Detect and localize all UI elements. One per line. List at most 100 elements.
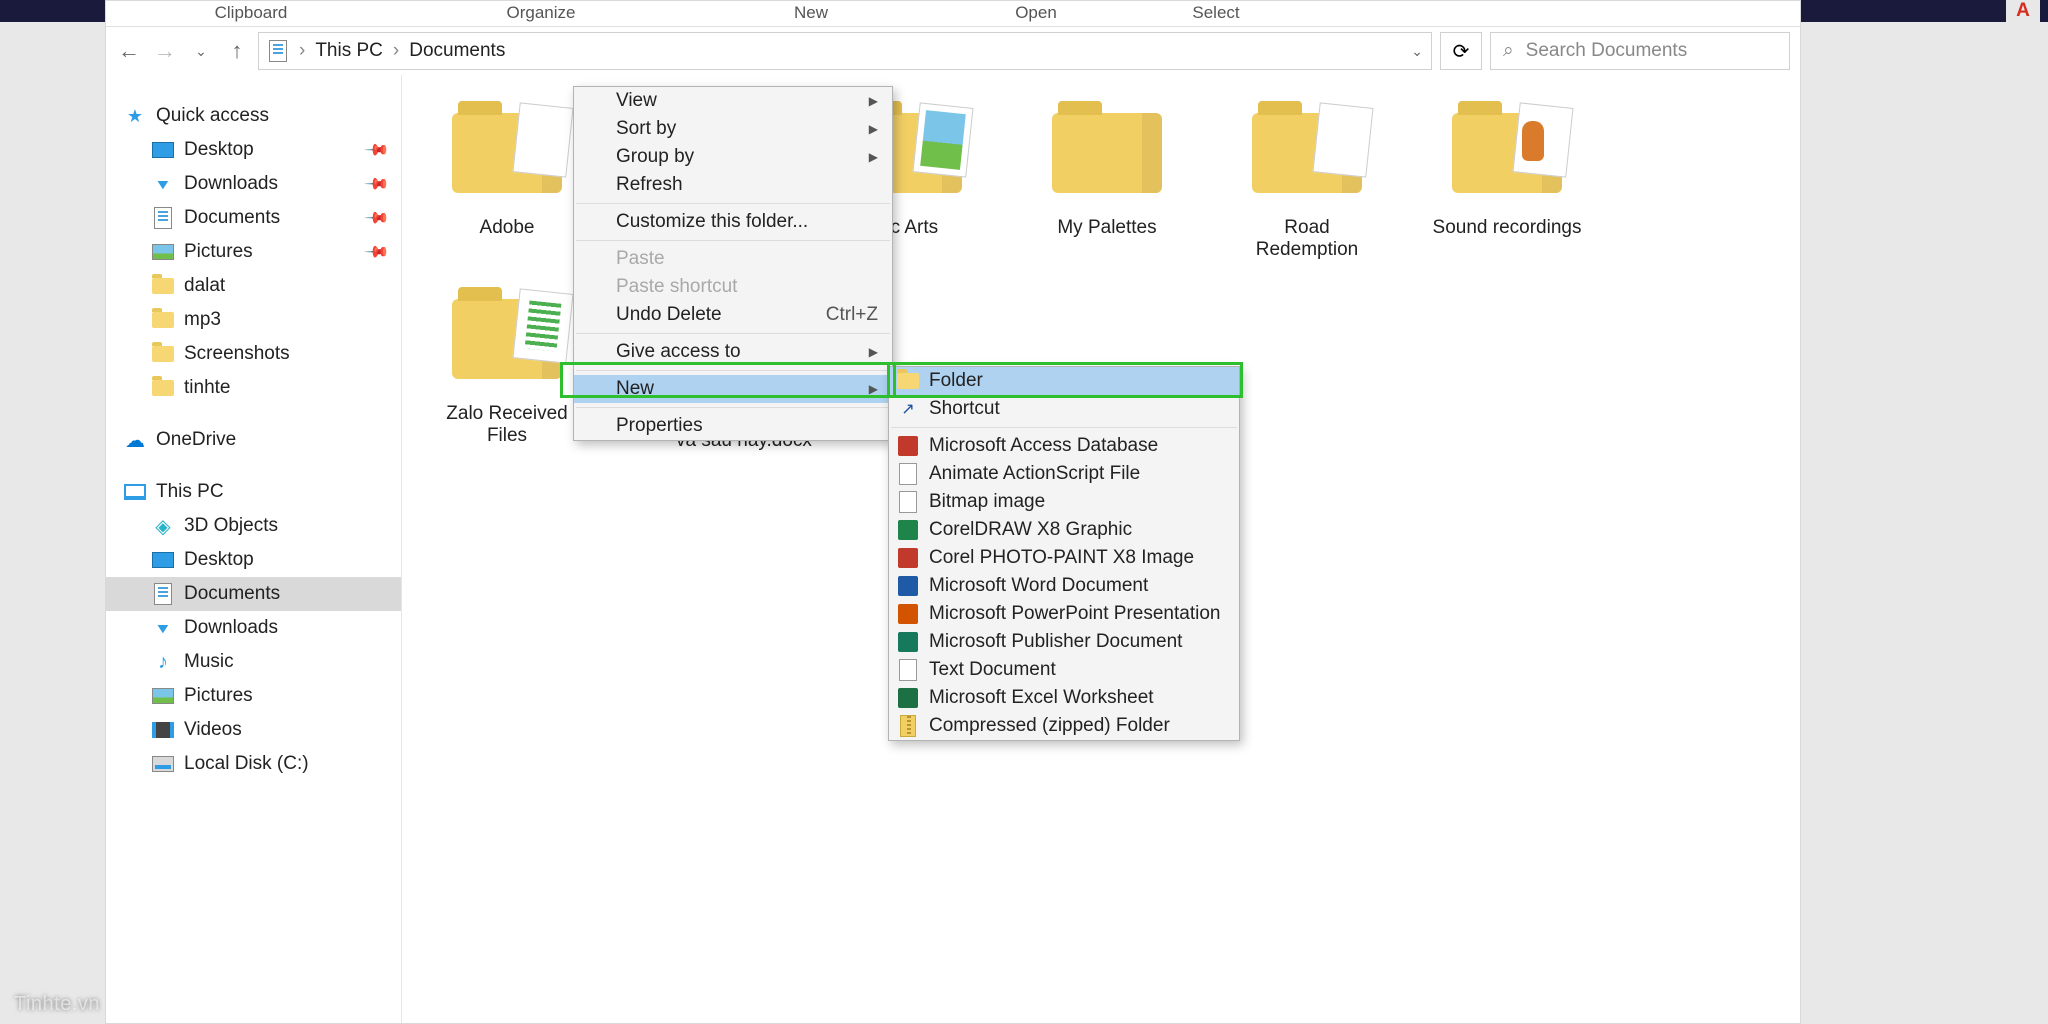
menu-sort-by[interactable]: Sort by▶ xyxy=(574,115,892,143)
ribbon-label-new: New xyxy=(686,3,936,23)
folder-adobe[interactable]: Adobe xyxy=(432,95,582,261)
documents-icon xyxy=(152,207,174,229)
sidebar-item-screenshots[interactable]: Screenshots xyxy=(106,337,401,371)
sidebar-item-music[interactable]: ♪Music xyxy=(106,645,401,679)
pin-icon: 📌 xyxy=(363,170,391,198)
submenu-animate-as[interactable]: Animate ActionScript File xyxy=(889,460,1239,488)
shortcut-icon: ↗ xyxy=(897,398,919,420)
thispc-icon xyxy=(124,481,146,503)
nav-history-dropdown-icon[interactable]: ⌄ xyxy=(188,43,214,60)
menu-new[interactable]: New▶ xyxy=(574,375,892,403)
3d-icon: ◈ xyxy=(152,515,174,537)
chevron-right-icon: › xyxy=(299,40,305,62)
sidebar-item-3dobjects[interactable]: ◈3D Objects xyxy=(106,509,401,543)
breadcrumb-thispc[interactable]: This PC xyxy=(315,40,383,62)
powerpoint-icon xyxy=(897,603,919,625)
nav-back-icon[interactable]: ← xyxy=(116,38,142,64)
folder-icon xyxy=(152,309,174,331)
ribbon-label-organize: Organize xyxy=(396,3,686,23)
folder-road-redemption[interactable]: Road Redemption xyxy=(1232,95,1382,261)
breadcrumb-documents[interactable]: Documents xyxy=(409,40,505,62)
sidebar-item-localdisk-c[interactable]: Local Disk (C:) xyxy=(106,747,401,781)
coreldraw-icon xyxy=(897,519,919,541)
folder-my-palettes[interactable]: My Palettes xyxy=(1032,95,1182,261)
submenu-word[interactable]: Microsoft Word Document xyxy=(889,572,1239,600)
sidebar-item-downloads[interactable]: Downloads📌 xyxy=(106,167,401,201)
documents-location-icon xyxy=(267,40,289,62)
menu-paste: Paste xyxy=(574,245,892,273)
breadcrumb[interactable]: › This PC › Documents ⌄ xyxy=(258,32,1432,70)
folder-icon xyxy=(897,370,919,392)
submenu-access-db[interactable]: Microsoft Access Database xyxy=(889,432,1239,460)
pictures-icon xyxy=(152,685,174,707)
refresh-button[interactable]: ⟳ xyxy=(1440,32,1482,70)
sidebar-item-pictures[interactable]: Pictures xyxy=(106,679,401,713)
ribbon-label-select: Select xyxy=(1136,3,1296,23)
sidebar-item-documents[interactable]: Documents xyxy=(106,577,401,611)
submenu-bitmap[interactable]: Bitmap image xyxy=(889,488,1239,516)
folder-icon xyxy=(152,343,174,365)
sidebar-item-mp3[interactable]: mp3 xyxy=(106,303,401,337)
folder-icon xyxy=(152,377,174,399)
download-icon xyxy=(152,173,174,195)
nav-up-icon[interactable]: ↑ xyxy=(224,38,250,64)
menu-group-by[interactable]: Group by▶ xyxy=(574,143,892,171)
submenu-text[interactable]: Text Document xyxy=(889,656,1239,684)
menu-properties[interactable]: Properties xyxy=(574,412,892,440)
desktop-icon xyxy=(152,549,174,571)
menu-customize-folder[interactable]: Customize this folder... xyxy=(574,208,892,236)
sidebar-item-desktop[interactable]: Desktop📌 xyxy=(106,133,401,167)
desktop-icon xyxy=(152,139,174,161)
pin-icon: 📌 xyxy=(363,136,391,164)
sidebar-item-desktop[interactable]: Desktop xyxy=(106,543,401,577)
chevron-right-icon: ▶ xyxy=(869,150,878,164)
submenu-excel[interactable]: Microsoft Excel Worksheet xyxy=(889,684,1239,712)
menu-give-access-to[interactable]: Give access to▶ xyxy=(574,338,892,366)
ribbon-label-clipboard: Clipboard xyxy=(106,3,396,23)
sidebar-item-videos[interactable]: Videos xyxy=(106,713,401,747)
sidebar-quick-access[interactable]: ★ Quick access xyxy=(106,99,401,133)
access-icon xyxy=(897,435,919,457)
publisher-icon xyxy=(897,631,919,653)
menu-undo-delete[interactable]: Undo DeleteCtrl+Z xyxy=(574,301,892,329)
sidebar-item-tinhte[interactable]: tinhte xyxy=(106,371,401,405)
chevron-right-icon: ▶ xyxy=(869,94,878,108)
chevron-right-icon: ▶ xyxy=(869,122,878,136)
download-icon xyxy=(152,617,174,639)
refresh-icon: ⟳ xyxy=(1453,39,1470,64)
sidebar-item-dalat[interactable]: dalat xyxy=(106,269,401,303)
context-menu: View▶ Sort by▶ Group by▶ Refresh Customi… xyxy=(573,86,893,441)
chevron-right-icon: ▶ xyxy=(869,382,878,396)
folder-zalo-received[interactable]: Zalo Received Files xyxy=(432,281,582,447)
submenu-corelphoto[interactable]: Corel PHOTO-PAINT X8 Image xyxy=(889,544,1239,572)
sidebar-onedrive[interactable]: ☁OneDrive xyxy=(106,423,401,457)
bitmap-icon xyxy=(897,491,919,513)
submenu-coreldraw[interactable]: CorelDRAW X8 Graphic xyxy=(889,516,1239,544)
zip-icon xyxy=(897,715,919,737)
submenu-zip[interactable]: Compressed (zipped) Folder xyxy=(889,712,1239,740)
submenu-shortcut[interactable]: ↗Shortcut xyxy=(889,395,1239,423)
file-icon xyxy=(897,463,919,485)
documents-icon xyxy=(152,583,174,605)
shortcut-text: Ctrl+Z xyxy=(826,304,878,326)
sidebar-item-downloads[interactable]: Downloads xyxy=(106,611,401,645)
menu-refresh[interactable]: Refresh xyxy=(574,171,892,199)
submenu-folder[interactable]: Folder xyxy=(889,367,1239,395)
search-input[interactable]: ⌕ Search Documents xyxy=(1490,32,1790,70)
nav-forward-icon: → xyxy=(152,38,178,64)
submenu-powerpoint[interactable]: Microsoft PowerPoint Presentation xyxy=(889,600,1239,628)
sidebar-item-documents[interactable]: Documents📌 xyxy=(106,201,401,235)
search-icon: ⌕ xyxy=(1503,40,1514,62)
sidebar-thispc[interactable]: This PC xyxy=(106,475,401,509)
sidebar-item-pictures[interactable]: Pictures📌 xyxy=(106,235,401,269)
folder-sound-recordings[interactable]: Sound recordings xyxy=(1432,95,1582,261)
new-submenu: Folder ↗Shortcut Microsoft Access Databa… xyxy=(888,366,1240,741)
menu-view[interactable]: View▶ xyxy=(574,87,892,115)
pin-icon: 📌 xyxy=(363,204,391,232)
chevron-right-icon: ▶ xyxy=(869,345,878,359)
menu-paste-shortcut: Paste shortcut xyxy=(574,273,892,301)
onedrive-icon: ☁ xyxy=(124,429,146,451)
ribbon-label-open: Open xyxy=(936,3,1136,23)
chevron-down-icon[interactable]: ⌄ xyxy=(1411,43,1423,60)
submenu-publisher[interactable]: Microsoft Publisher Document xyxy=(889,628,1239,656)
